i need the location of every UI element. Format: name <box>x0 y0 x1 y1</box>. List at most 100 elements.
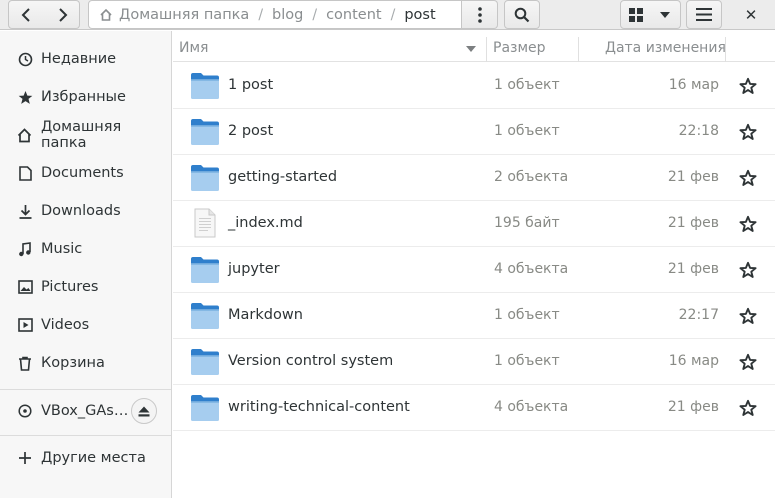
table-row[interactable]: Markdown 1 объект 22:17 <box>173 293 775 339</box>
video-icon <box>17 317 33 333</box>
sidebar-item-other-locations[interactable]: Другие места <box>0 440 171 476</box>
file-modified-date: 21 фев <box>667 169 719 185</box>
plus-icon <box>17 450 33 466</box>
breadcrumb-post[interactable]: post <box>404 7 435 23</box>
file-name: jupyter <box>228 261 280 277</box>
chevron-down-icon <box>660 11 670 18</box>
sort-descending-icon <box>466 46 476 52</box>
folder-icon <box>190 302 220 330</box>
folder-icon <box>190 164 220 192</box>
star-toggle-icon[interactable] <box>739 307 757 325</box>
path-menu-button[interactable] <box>462 0 498 29</box>
file-modified-date: 21 фев <box>667 215 719 231</box>
breadcrumb-blog[interactable]: blog <box>272 7 303 23</box>
file-name: 1 post <box>228 77 274 93</box>
table-row[interactable]: _index.md 195 байт 21 фев <box>173 201 775 247</box>
sidebar-item-recent[interactable]: Недавние <box>0 41 171 77</box>
document-icon <box>17 165 33 181</box>
view-mode-button[interactable] <box>620 0 651 29</box>
forward-button[interactable] <box>44 0 80 29</box>
column-size-header[interactable]: Размер <box>493 40 546 56</box>
file-modified-date: 16 мар <box>668 77 719 93</box>
table-row[interactable]: writing-technical-content 4 объекта 21 фев <box>173 385 775 431</box>
file-size: 4 объекта <box>494 261 569 277</box>
folder-icon <box>190 72 220 100</box>
file-modified-date: 22:17 <box>678 307 719 323</box>
sidebar-item-home[interactable]: Домашняя папка <box>0 117 171 153</box>
grid-view-icon <box>628 7 643 22</box>
search-button[interactable] <box>504 0 540 29</box>
eject-icon <box>138 406 150 416</box>
back-button[interactable] <box>8 0 45 29</box>
table-row[interactable]: 2 post 1 объект 22:18 <box>173 109 775 155</box>
star-toggle-icon[interactable] <box>739 77 757 95</box>
chevron-left-icon <box>21 7 30 22</box>
file-size: 1 объект <box>494 353 560 369</box>
sidebar-item-label: Домашняя папка <box>40 119 122 151</box>
file-name: 2 post <box>228 123 274 139</box>
star-toggle-icon[interactable] <box>739 353 757 371</box>
download-icon <box>17 203 33 219</box>
sidebar-item-videos[interactable]: Videos <box>0 307 171 343</box>
sidebar-item-label: Pictures <box>41 279 99 295</box>
star-toggle-icon[interactable] <box>739 169 757 187</box>
music-icon <box>17 241 33 257</box>
file-size: 1 объект <box>494 123 560 139</box>
trash-icon <box>17 355 33 371</box>
sidebar-item-label: Корзина <box>41 355 105 371</box>
breadcrumb: Домашняя папка / blog / content / post <box>88 0 462 29</box>
sidebar-item-label: Избранные <box>41 89 126 105</box>
file-name: getting-started <box>228 169 338 185</box>
kebab-menu-icon <box>477 6 482 23</box>
sidebar-item-label: Другие места <box>41 450 146 466</box>
star-toggle-icon[interactable] <box>739 215 757 233</box>
sidebar-item-pictures[interactable]: Pictures <box>0 269 171 305</box>
folder-icon <box>190 394 220 422</box>
table-row[interactable]: jupyter 4 объекта 21 фев <box>173 247 775 293</box>
sidebar-item-starred[interactable]: Избранные <box>0 79 171 115</box>
sidebar-divider <box>0 389 171 390</box>
table-row[interactable]: Version control system 1 объект 16 мар <box>173 339 775 385</box>
sidebar-item-trash[interactable]: Корзина <box>0 345 171 381</box>
column-header: Имя Размер Дата изменения <box>173 37 775 62</box>
star-toggle-icon[interactable] <box>739 261 757 279</box>
file-modified-date: 22:18 <box>678 123 719 139</box>
sidebar-item-label: Documents <box>41 165 124 181</box>
header-bar: Домашняя папка / blog / content / post ✕ <box>0 0 775 30</box>
breadcrumb-content[interactable]: content <box>326 7 382 23</box>
file-size: 4 объекта <box>494 399 569 415</box>
sidebar-item-documents[interactable]: Documents <box>0 155 171 191</box>
search-icon <box>514 7 530 22</box>
star-toggle-icon[interactable] <box>739 399 757 417</box>
sidebar-divider <box>0 435 171 436</box>
sidebar-item-label: Videos <box>41 317 90 333</box>
breadcrumb-separator: / <box>312 6 318 23</box>
file-name: Markdown <box>228 307 303 323</box>
sidebar-item-label: VBox_GAs… <box>41 403 129 419</box>
folder-icon <box>190 348 220 376</box>
column-divider <box>725 37 726 62</box>
breadcrumb-home[interactable]: Домашняя папка <box>119 7 249 23</box>
file-name: writing-technical-content <box>228 399 410 415</box>
disc-icon <box>17 403 33 419</box>
eject-button[interactable] <box>131 398 157 424</box>
home-icon <box>17 127 33 143</box>
view-options-button[interactable] <box>650 0 681 29</box>
table-row[interactable]: 1 post 1 объект 16 мар <box>173 63 775 109</box>
sidebar-item-music[interactable]: Music <box>0 231 171 267</box>
file-size: 1 объект <box>494 77 560 93</box>
file-modified-date: 16 мар <box>668 353 719 369</box>
star-toggle-icon[interactable] <box>739 123 757 141</box>
close-button[interactable]: ✕ <box>740 0 762 29</box>
sidebar-item-device[interactable]: VBox_GAs… <box>0 393 171 429</box>
column-name-header[interactable]: Имя <box>179 40 208 56</box>
sidebar-item-downloads[interactable]: Downloads <box>0 193 171 229</box>
column-divider <box>486 37 487 62</box>
main-menu-button[interactable] <box>686 0 722 29</box>
column-date-header[interactable]: Дата изменения <box>605 40 726 56</box>
table-row[interactable]: getting-started 2 объекта 21 фев <box>173 155 775 201</box>
folder-icon <box>190 118 220 146</box>
file-size: 2 объекта <box>494 169 569 185</box>
folder-icon <box>190 256 220 284</box>
home-icon <box>99 8 113 22</box>
